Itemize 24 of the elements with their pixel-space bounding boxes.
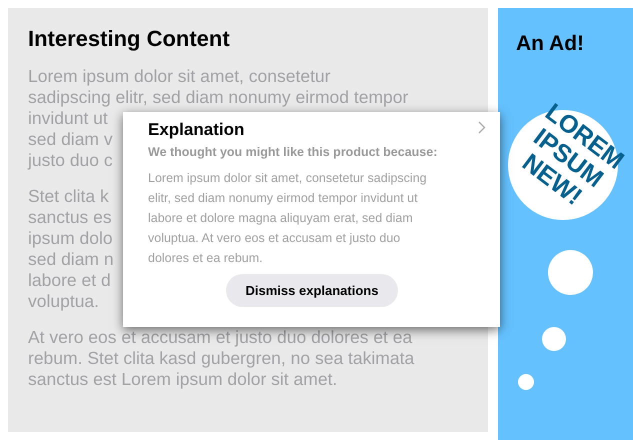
text-line: sanctus est Lorem ipsum dolor sit amet.	[28, 369, 338, 390]
text-line: sanctus es	[28, 207, 112, 228]
text-line: ipsum dolo	[28, 228, 113, 249]
text-line: justo duo c	[28, 150, 113, 171]
popup-subtitle: We thought you might like this product because:	[148, 145, 438, 159]
bubble-drawing	[518, 374, 534, 390]
chevron-right-icon[interactable]	[478, 120, 486, 134]
dismiss-button[interactable]: Dismiss explanations	[226, 274, 398, 307]
bubble-drawing	[548, 250, 593, 295]
text-line: voluptua.	[28, 291, 100, 312]
text-line: sed diam v	[28, 129, 113, 150]
text-line: labore et d	[28, 270, 111, 291]
bubble-drawing	[542, 327, 566, 351]
ad-title: An Ad!	[516, 32, 586, 56]
text-line: invidunt ut	[28, 108, 108, 129]
popup-body: Lorem ipsum dolor sit amet, consetetur sadipscing elitr, sed diam nonumy eirmod tempor invidunt ut labore et dolore magna aliquyam erat, sed diam voluptua. At vero eos et accusam et justo duo dolores et ea rebum.	[148, 170, 428, 267]
text-line: At vero eos et accusam et justo duo dolores et ea	[28, 327, 412, 348]
text-line: Lorem ipsum dolor sit amet, consetetur	[28, 66, 330, 87]
content-title: Interesting Content	[28, 26, 231, 52]
popup-title: Explanation	[148, 120, 244, 140]
text-line: sadipscing elitr, sed diam nonumy eirmod tempor	[28, 87, 408, 108]
text-line: sed diam n	[28, 249, 114, 270]
text-line: rebum. Stet clita kasd gubergren, no sea takimata	[28, 348, 414, 369]
text-line: Stet clita k	[28, 186, 109, 207]
